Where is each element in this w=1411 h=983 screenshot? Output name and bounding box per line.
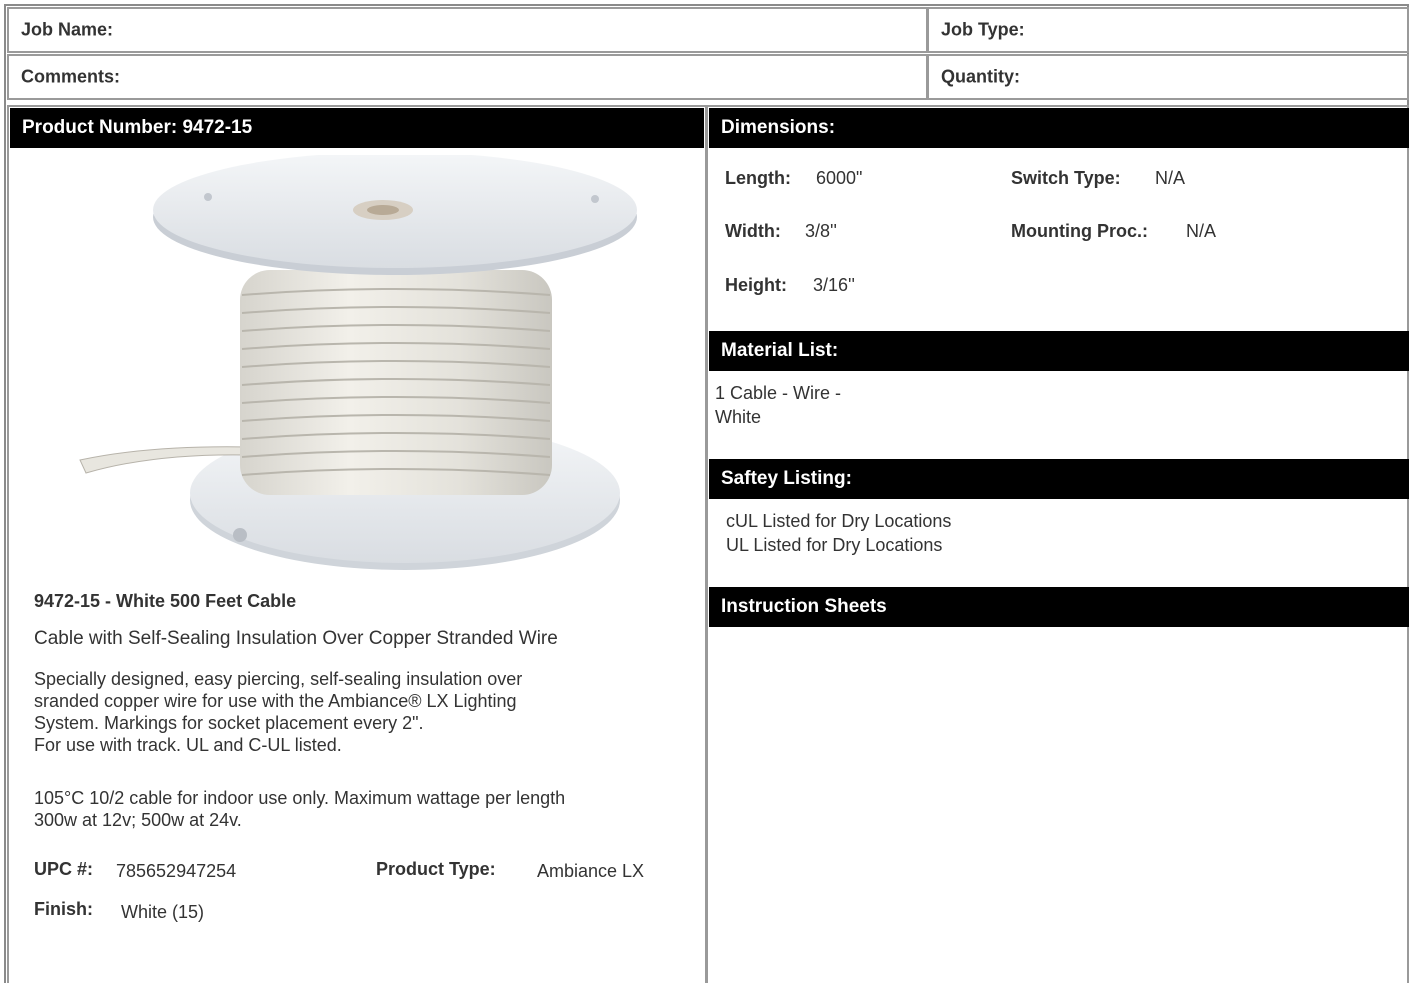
width-value: 3/8'' bbox=[805, 221, 837, 241]
finish-label: Finish: bbox=[34, 899, 93, 919]
quantity-field[interactable]: Quantity: bbox=[927, 54, 1409, 100]
height-label: Height: bbox=[725, 275, 787, 295]
material-list: 1 Cable - Wire - White bbox=[715, 381, 841, 429]
product-image bbox=[60, 152, 660, 580]
description-line: Specially designed, easy piercing, self-… bbox=[34, 669, 523, 689]
product-type-label: Product Type: bbox=[376, 859, 496, 879]
description-line: sranded copper wire for use with the Amb… bbox=[34, 691, 517, 711]
product-subtitle: Cable with Self-Sealing Insulation Over … bbox=[34, 628, 558, 649]
dimensions-heading: Dimensions: bbox=[721, 117, 836, 138]
safety-line: UL Listed for Dry Locations bbox=[726, 535, 943, 555]
description-line: System. Markings for socket placement ev… bbox=[34, 713, 424, 733]
switch-type-value: N/A bbox=[1155, 168, 1186, 188]
finish-value: White (15) bbox=[121, 902, 205, 922]
job-type-field[interactable]: Job Type: bbox=[927, 7, 1409, 53]
safety-line: cUL Listed for Dry Locations bbox=[726, 511, 952, 531]
material-line: 1 Cable - Wire - bbox=[715, 383, 842, 403]
dimensions-bar: Dimensions: bbox=[709, 108, 1409, 148]
comments-label: Comments: bbox=[21, 66, 121, 87]
product-description: Specially designed, easy piercing, self-… bbox=[34, 668, 522, 756]
spec-line: 300w at 12v; 500w at 24v. bbox=[34, 810, 242, 830]
safety-listing-bar: Saftey Listing: bbox=[709, 459, 1409, 499]
product-number-label: Product Number: 9472-15 bbox=[22, 117, 253, 138]
material-list-bar: Material List: bbox=[709, 331, 1409, 371]
comments-field[interactable]: Comments: bbox=[7, 54, 928, 100]
spec-line: 105°C 10/2 cable for indoor use only. Ma… bbox=[34, 788, 566, 808]
material-list-heading: Material List: bbox=[721, 340, 839, 361]
product-type-value: Ambiance LX bbox=[537, 861, 645, 881]
job-name-field[interactable]: Job Name: bbox=[7, 7, 928, 53]
upc-value: 785652947254 bbox=[116, 861, 237, 881]
upc-label: UPC #: bbox=[34, 859, 94, 879]
width-label: Width: bbox=[725, 221, 781, 241]
mounting-proc-value: N/A bbox=[1186, 221, 1217, 241]
switch-type-label: Switch Type: bbox=[1011, 168, 1121, 188]
instruction-sheets-bar[interactable]: Instruction Sheets bbox=[709, 587, 1409, 627]
quantity-label: Quantity: bbox=[941, 66, 1020, 87]
job-type-label: Job Type: bbox=[941, 19, 1025, 40]
instruction-sheets-heading: Instruction Sheets bbox=[721, 596, 887, 617]
length-value: 6000" bbox=[816, 168, 863, 188]
height-value: 3/16'' bbox=[813, 275, 855, 295]
mounting-proc-label: Mounting Proc.: bbox=[1011, 221, 1148, 241]
product-title: 9472-15 - White 500 Feet Cable bbox=[34, 591, 297, 611]
length-label: Length: bbox=[725, 168, 791, 188]
description-line: For use with track. UL and C-UL listed. bbox=[34, 735, 342, 755]
cable-spool-icon bbox=[79, 152, 637, 570]
product-number-bar: Product Number: 9472-15 bbox=[10, 108, 704, 148]
job-name-label: Job Name: bbox=[21, 19, 114, 40]
product-specs: 105°C 10/2 cable for indoor use only. Ma… bbox=[34, 787, 565, 831]
safety-listing: cUL Listed for Dry Locations UL Listed f… bbox=[726, 509, 951, 557]
material-line: White bbox=[715, 407, 762, 427]
safety-listing-heading: Saftey Listing: bbox=[721, 468, 852, 489]
